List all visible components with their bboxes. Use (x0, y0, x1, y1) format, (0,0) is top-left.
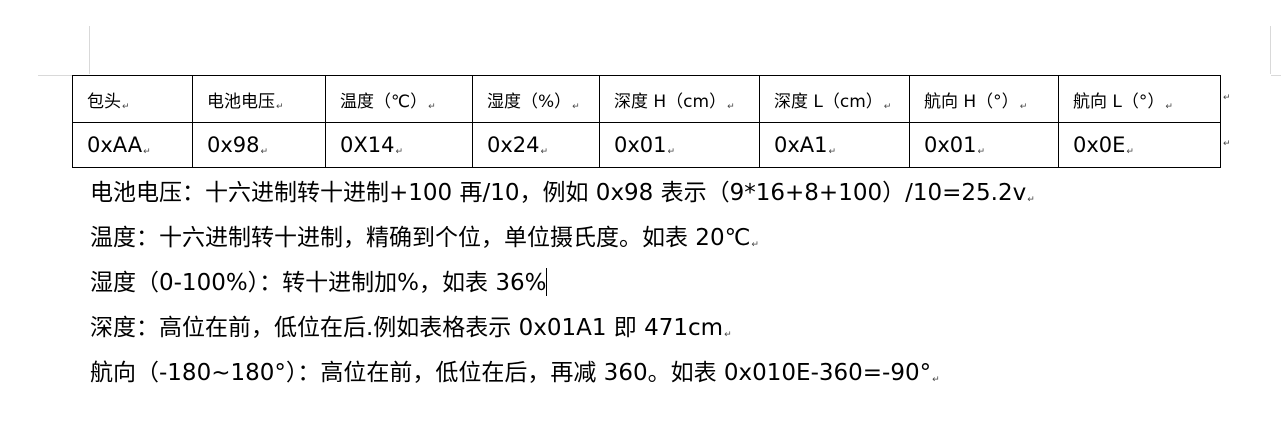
value-temperature: 0X14 (340, 133, 395, 157)
paragraph-mark-icon: ↵ (751, 240, 759, 250)
table-header-cell[interactable]: 深度 L（cm）↵ (759, 75, 910, 123)
table-header-cell[interactable]: 深度 H（cm）↵ (599, 75, 760, 123)
table-value-cell[interactable]: 0xAA↵ (72, 122, 193, 168)
page-corner-mark-left (89, 26, 90, 74)
header-label-depth-high: 深度 H（cm） (614, 91, 727, 112)
paragraph-mark-icon: ↵ (1019, 101, 1028, 112)
header-label-battery-voltage: 电池电压 (207, 91, 275, 112)
header-label-temperature: 温度（℃） (340, 91, 428, 112)
note-heading[interactable]: 航向（-180~180°）：高位在前，低位在后，再减 360。如表 0x010E… (90, 353, 1035, 398)
note-text: 湿度（0-100%）：转十进制加%，如表 36% (90, 270, 547, 296)
paragraph-mark-icon: ↵ (428, 101, 436, 112)
header-label-heading-high: 航向 H（°） (924, 91, 1019, 112)
table-value-cell[interactable]: 0x24↵ (472, 122, 600, 168)
paragraph-mark-icon: ↵ (727, 101, 735, 112)
paragraph-mark-icon: ↵ (977, 147, 986, 157)
table-value-row: 0xAA↵ 0x98↵ 0X14↵ 0x24↵ 0x01↵ 0xA1↵ 0x01… (72, 122, 1221, 168)
paragraph-mark-icon: ↵ (260, 147, 269, 157)
paragraph-mark-icon: ↵ (724, 330, 732, 340)
row-end-mark-icon: ↵ (1223, 93, 1231, 103)
note-text: 温度：十六进制转十进制，精确到个位，单位摄氏度。如表 20℃ (90, 225, 751, 251)
table-header-cell[interactable]: 包头↵ (72, 75, 193, 123)
table-header-cell[interactable]: 航向 L（°）↵ (1058, 75, 1221, 123)
note-humidity[interactable]: 湿度（0-100%）：转十进制加%，如表 36% (90, 263, 1035, 308)
note-battery-voltage[interactable]: 电池电压：十六进制转十进制+100 再/10，例如 0x98 表示（9*16+8… (90, 173, 1035, 218)
paragraph-mark-icon: ↵ (276, 101, 284, 112)
paragraph-mark-icon: ↵ (932, 375, 940, 385)
table-header-cell[interactable]: 电池电压↵ (192, 75, 326, 123)
paragraph-mark-icon: ↵ (122, 101, 130, 112)
header-label-heading-low: 航向 L（°） (1073, 91, 1165, 112)
note-text: 深度：高位在前，低位在后.例如表格表示 0x01A1 即 471cm (90, 315, 724, 341)
table-header-cell[interactable]: 温度（℃）↵ (325, 75, 473, 123)
note-temperature[interactable]: 温度：十六进制转十进制，精确到个位，单位摄氏度。如表 20℃↵ (90, 218, 1035, 263)
notes-list: 电池电压：十六进制转十进制+100 再/10，例如 0x98 表示（9*16+8… (90, 173, 1035, 398)
paragraph-mark-icon: ↵ (667, 147, 676, 157)
page-corner-mark-right-h (1271, 75, 1281, 76)
value-packet-head: 0xAA (87, 133, 143, 157)
table-value-cell[interactable]: 0xA1↵ (759, 122, 910, 168)
value-heading-low: 0x0E (1073, 133, 1126, 157)
note-text: 航向（-180~180°）：高位在前，低位在后，再减 360。如表 0x010E… (90, 360, 932, 386)
paragraph-mark-icon: ↵ (395, 147, 404, 157)
table-header-cell[interactable]: 湿度（%）↵ (472, 75, 600, 123)
row-end-mark-icon: ↵ (1223, 139, 1231, 149)
text-cursor (546, 268, 548, 296)
table-value-cell[interactable]: 0x98↵ (192, 122, 326, 168)
value-battery-voltage: 0x98 (207, 133, 260, 157)
value-heading-high: 0x01 (924, 133, 977, 157)
paragraph-mark-icon: ↵ (143, 147, 151, 157)
protocol-table: 包头↵ 电池电压↵ 温度（℃）↵ 湿度（%）↵ 深度 H（cm）↵ 深度 L（c… (72, 75, 1221, 168)
paragraph-mark-icon: ↵ (883, 101, 892, 112)
header-label-depth-low: 深度 L（cm） (774, 91, 883, 112)
paragraph-mark-icon: ↵ (1027, 195, 1035, 205)
header-label-humidity: 湿度（%） (487, 91, 572, 112)
paragraph-mark-icon: ↵ (572, 101, 580, 112)
paragraph-mark-icon: ↵ (1165, 101, 1173, 112)
value-humidity: 0x24 (487, 133, 540, 157)
value-depth-low: 0xA1 (774, 133, 828, 157)
table-header-row: 包头↵ 电池电压↵ 温度（℃）↵ 湿度（%）↵ 深度 H（cm）↵ 深度 L（c… (72, 75, 1221, 123)
table-value-cell[interactable]: 0x01↵ (909, 122, 1059, 168)
paragraph-mark-icon: ↵ (1126, 147, 1134, 157)
value-depth-high: 0x01 (614, 133, 667, 157)
note-depth[interactable]: 深度：高位在前，低位在后.例如表格表示 0x01A1 即 471cm↵ (90, 308, 1035, 353)
table-value-cell[interactable]: 0x01↵ (599, 122, 760, 168)
table-value-cell[interactable]: 0x0E↵ (1058, 122, 1221, 168)
table-header-cell[interactable]: 航向 H（°）↵ (909, 75, 1059, 123)
header-label-packet-head: 包头 (87, 91, 121, 112)
table-value-cell[interactable]: 0X14↵ (325, 122, 473, 168)
note-text: 电池电压：十六进制转十进制+100 再/10，例如 0x98 表示（9*16+8… (90, 180, 1027, 206)
page-corner-mark-right (1270, 26, 1271, 74)
paragraph-mark-icon: ↵ (540, 147, 549, 157)
paragraph-mark-icon: ↵ (828, 147, 837, 157)
